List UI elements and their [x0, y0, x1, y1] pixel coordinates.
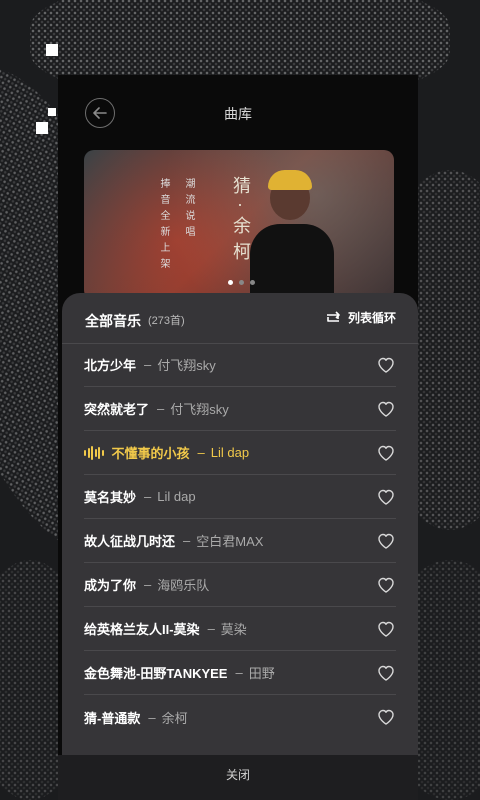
song-row[interactable]: 给英格兰友人II-莫染 – 莫染	[84, 607, 396, 651]
separator: –	[144, 489, 152, 504]
song-title: 不懂事的小孩	[111, 446, 190, 461]
heart-icon[interactable]	[376, 443, 396, 463]
song-title: 成为了你	[84, 578, 137, 593]
song-artist: 空白君MAX	[196, 534, 264, 549]
repeat-icon	[326, 310, 340, 322]
song-list: 北方少年 – 付飞翔sky 突然就老了 – 付飞翔sky 不懂事的小孩 – Lil dap 莫名其…	[62, 343, 418, 739]
song-artist: 莫染	[220, 622, 247, 637]
heart-icon[interactable]	[376, 575, 396, 595]
song-title: 北方少年	[84, 358, 137, 373]
song-title: 金色舞池-田野TANKYEE	[84, 666, 228, 681]
heart-icon[interactable]	[376, 399, 396, 419]
banner-tagline-line: 潮流说唱	[183, 178, 194, 242]
song-artist: 田野	[248, 666, 275, 681]
song-row[interactable]: 故人征战几时还 – 空白君MAX	[84, 519, 396, 563]
artist-photo	[250, 168, 334, 300]
playlist-title: 全部音乐	[85, 313, 141, 329]
banner-tagline-line: 捧音全新上架	[158, 178, 169, 274]
song-row[interactable]: 不懂事的小孩 – Lil dap	[84, 431, 396, 475]
song-title: 突然就老了	[84, 402, 150, 417]
heart-icon[interactable]	[376, 707, 396, 727]
song-artist: 付飞翔sky	[157, 358, 216, 373]
separator: –	[197, 445, 205, 460]
playlist-header: 全部音乐 (273首) 列表循环	[62, 293, 418, 344]
carousel-dot[interactable]	[250, 280, 255, 285]
separator: –	[235, 665, 243, 680]
playlist-sheet: 全部音乐 (273首) 列表循环 北方少年 – 付飞翔sky 突然就老了 – 付飞翔sky…	[62, 293, 418, 755]
separator: –	[144, 577, 152, 592]
banner-tagline: 捧音全新上架 潮流说唱	[156, 178, 196, 274]
banner[interactable]: 捧音全新上架 潮流说唱 猜·余柯	[84, 150, 394, 300]
separator: –	[157, 401, 165, 416]
song-row[interactable]: 莫名其妙 – Lil dap	[84, 475, 396, 519]
now-playing-icon	[84, 445, 104, 460]
carousel-dots	[228, 280, 255, 285]
carousel-dot[interactable]	[228, 280, 233, 285]
heart-icon[interactable]	[376, 355, 396, 375]
heart-icon[interactable]	[376, 619, 396, 639]
heart-icon[interactable]	[376, 487, 396, 507]
close-button[interactable]: 关闭	[58, 755, 418, 800]
playlist-count: (273首)	[148, 315, 185, 327]
carousel-dot[interactable]	[239, 280, 244, 285]
pixel-decoration	[48, 108, 56, 116]
song-row[interactable]: 突然就老了 – 付飞翔sky	[84, 387, 396, 431]
song-title: 猜-普通款	[84, 710, 141, 726]
separator: –	[144, 357, 152, 372]
song-row[interactable]: 猜-普通款 – 余柯	[84, 695, 396, 739]
separator: –	[183, 533, 191, 548]
song-title: 给英格兰友人II-莫染	[84, 622, 200, 637]
play-mode-label: 列表循环	[347, 311, 396, 325]
header: 曲库	[58, 75, 418, 153]
song-artist: 付飞翔sky	[170, 402, 229, 417]
song-row[interactable]: 金色舞池-田野TANKYEE – 田野	[84, 651, 396, 695]
pixel-decoration	[36, 122, 48, 134]
song-artist: 海鸥乐队	[157, 578, 210, 593]
song-artist: Lil dap	[157, 489, 196, 504]
song-title: 莫名其妙	[84, 490, 137, 505]
song-row[interactable]: 北方少年 – 付飞翔sky	[84, 343, 396, 387]
page-title: 曲库	[224, 106, 252, 122]
play-mode-button[interactable]: 列表循环	[324, 309, 396, 326]
song-artist: Lil dap	[210, 445, 250, 460]
separator: –	[207, 621, 215, 636]
heart-icon[interactable]	[376, 663, 396, 683]
song-row[interactable]: 成为了你 – 海鸥乐队	[84, 563, 396, 607]
song-artist: 余柯	[161, 710, 188, 726]
pixel-decoration	[46, 44, 58, 56]
heart-icon[interactable]	[376, 531, 396, 551]
song-title: 故人征战几时还	[84, 534, 176, 549]
separator: –	[148, 709, 156, 725]
